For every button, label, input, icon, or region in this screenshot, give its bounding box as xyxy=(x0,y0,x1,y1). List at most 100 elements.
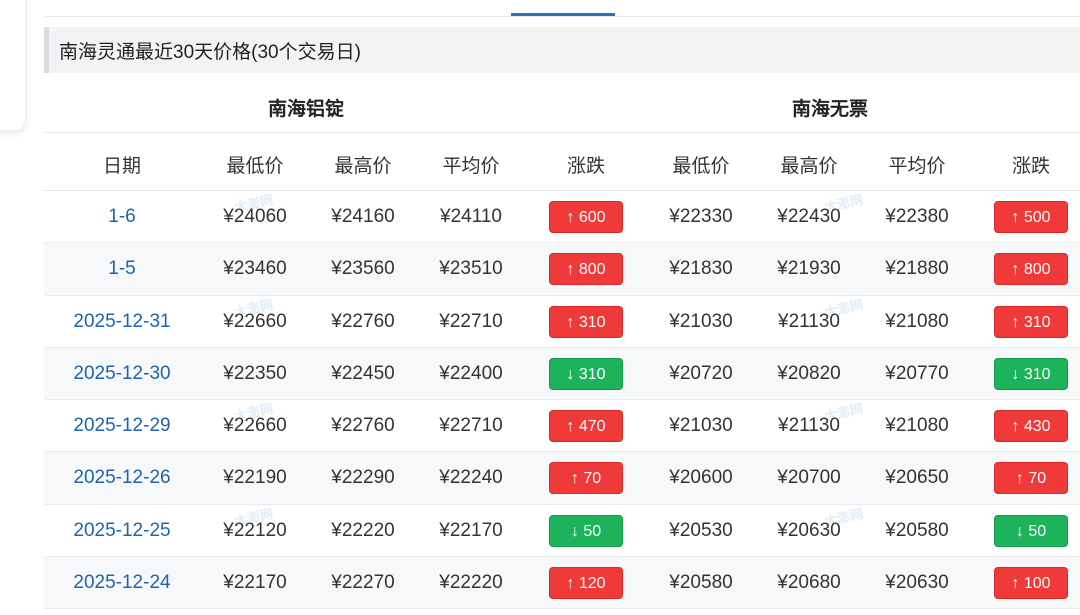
ingot-change-badge: ↑ 70 xyxy=(549,462,623,495)
ingot-low-price: ¥22190 xyxy=(223,467,287,489)
ingot-high-price: ¥22450 xyxy=(331,362,395,384)
ingot-low-price: ¥22120 xyxy=(223,519,287,541)
ingot-avg-price: ¥22220 xyxy=(439,572,503,594)
no-invoice-avg-price: ¥20630 xyxy=(885,572,949,594)
col-header-avg-2: 平均价 xyxy=(888,156,946,177)
col-header-change-2: 涨跌 xyxy=(1011,156,1050,177)
table-row: 2025-12-31 ¥22660 ¥22760 ¥22710 ¥21030 ¥21130… xyxy=(44,296,1080,348)
row-date-link[interactable]: 2025-12-24 xyxy=(44,557,200,609)
ingot-high-price: ¥22290 xyxy=(331,467,395,489)
column-header-row: 日期 最低价 最高价 平均价 涨跌 最低价 最高价 平均价 涨跌 xyxy=(44,133,1080,191)
no-invoice-change-badge: ↓ 50 xyxy=(994,514,1068,547)
no-invoice-low-price: ¥20600 xyxy=(669,467,733,489)
ingot-high-price: ¥23560 xyxy=(331,258,395,280)
ingot-low-price: ¥22660 xyxy=(223,415,287,437)
no-invoice-high-price: ¥20680 xyxy=(777,572,841,594)
ingot-avg-price: ¥22170 xyxy=(439,519,503,541)
no-invoice-avg-price: ¥22380 xyxy=(885,206,949,227)
ingot-avg-price: ¥22240 xyxy=(439,467,503,489)
price-page: 南海灵通最近30天价格(30个交易日) 南海铝锭 南海无票 日期 最低价 最高价… xyxy=(0,0,1080,615)
ingot-change-badge: ↑ 470 xyxy=(549,410,623,443)
ingot-low-price: ¥22660 xyxy=(223,310,287,332)
table-row: 2025-12-29 ¥22660 ¥22760 ¥22710 ¥21030 ¥21130… xyxy=(44,400,1080,453)
group-title-nanhai-ingot: 南海铝锭 xyxy=(267,99,344,120)
no-invoice-low-price: ¥20720 xyxy=(669,362,733,384)
no-invoice-avg-price: ¥20770 xyxy=(885,362,949,384)
ingot-low-price: ¥22350 xyxy=(223,362,287,384)
col-header-date: 日期 xyxy=(102,156,141,177)
table-row: 1-6 ¥24060 ¥24160 ¥24110 ¥22330 ¥22430 ¥22380 ↑… xyxy=(44,191,1080,244)
no-invoice-low-price: ¥21030 xyxy=(669,415,733,437)
ingot-high-price: ¥22270 xyxy=(331,572,395,594)
no-invoice-low-price: ¥20530 xyxy=(669,519,733,541)
row-date-link[interactable]: 1-5 xyxy=(44,243,200,295)
ingot-high-price: ¥22220 xyxy=(331,519,395,541)
side-panel-card xyxy=(0,0,25,130)
no-invoice-avg-price: ¥20650 xyxy=(885,467,949,489)
row-date-link[interactable]: 2025-12-30 xyxy=(44,348,200,400)
ingot-change-badge: ↑ 120 xyxy=(549,567,623,600)
active-tab-indicator xyxy=(511,13,615,16)
no-invoice-avg-price: ¥20580 xyxy=(885,519,949,541)
no-invoice-change-badge: ↑ 800 xyxy=(994,253,1068,286)
ingot-change-badge: ↓ 310 xyxy=(549,357,623,390)
table-row: 2025-12-26 ¥22190 ¥22290 ¥22240 ¥20600 ¥20700… xyxy=(44,452,1080,505)
table-row: 2025-12-24 ¥22170 ¥22270 ¥22220 ¥20580 ¥20680… xyxy=(44,557,1080,610)
ingot-avg-price: ¥24110 xyxy=(440,206,502,227)
no-invoice-change-badge: ↑ 70 xyxy=(994,462,1068,495)
row-date-link[interactable]: 2025-12-31 xyxy=(44,296,200,348)
ingot-high-price: ¥22760 xyxy=(331,310,395,332)
no-invoice-change-badge: ↑ 310 xyxy=(994,305,1068,338)
no-invoice-change-badge: ↑ 430 xyxy=(994,410,1068,443)
row-date-link[interactable]: 2025-12-26 xyxy=(44,452,200,504)
no-invoice-low-price: ¥21830 xyxy=(669,258,733,280)
col-header-low-2: 最低价 xyxy=(672,156,730,177)
no-invoice-change-badge: ↓ 310 xyxy=(994,357,1068,390)
ingot-low-price: ¥24060 xyxy=(223,206,287,227)
col-header-change: 涨跌 xyxy=(566,156,605,177)
ingot-change-badge: ↓ 50 xyxy=(549,514,623,547)
tab-bar-divider xyxy=(44,16,1080,17)
col-header-high: 最高价 xyxy=(334,156,392,177)
no-invoice-avg-price: ¥21080 xyxy=(885,310,949,332)
col-header-avg: 平均价 xyxy=(442,156,500,177)
no-invoice-avg-price: ¥21880 xyxy=(885,258,949,280)
row-date-link[interactable]: 1-6 xyxy=(44,191,200,243)
no-invoice-avg-price: ¥21080 xyxy=(885,415,949,437)
no-invoice-high-price: ¥21130 xyxy=(778,310,840,332)
no-invoice-high-price: ¥20630 xyxy=(777,519,841,541)
no-invoice-low-price: ¥20580 xyxy=(669,572,733,594)
no-invoice-high-price: ¥20700 xyxy=(777,467,841,489)
table-row: 2025-12-30 ¥22350 ¥22450 ¥22400 ¥20720 ¥20820… xyxy=(44,347,1080,401)
no-invoice-low-price: ¥22330 xyxy=(669,206,733,227)
no-invoice-change-badge: ↑ 100 xyxy=(994,567,1068,600)
no-invoice-high-price: ¥21130 xyxy=(778,415,840,437)
ingot-change-badge: ↑ 800 xyxy=(549,253,623,286)
ingot-avg-price: ¥22710 xyxy=(439,310,503,332)
no-invoice-high-price: ¥20820 xyxy=(777,362,841,384)
ingot-low-price: ¥23460 xyxy=(223,258,287,280)
ingot-change-badge: ↑ 310 xyxy=(549,305,623,338)
ingot-avg-price: ¥23510 xyxy=(439,258,503,280)
row-date-link[interactable]: 2025-12-25 xyxy=(44,505,200,557)
ingot-avg-price: ¥22400 xyxy=(439,362,503,384)
col-header-high-2: 最高价 xyxy=(780,156,838,177)
row-date-link[interactable]: 2025-12-29 xyxy=(44,400,200,452)
ingot-low-price: ¥22170 xyxy=(223,572,287,594)
ingot-avg-price: ¥22710 xyxy=(439,415,503,437)
no-invoice-low-price: ¥21030 xyxy=(669,310,733,332)
col-header-low: 最低价 xyxy=(226,156,284,177)
table-row: 1-5 ¥23460 ¥23560 ¥23510 ¥21830 ¥21930 ¥21880 ↑… xyxy=(44,243,1080,296)
no-invoice-high-price: ¥22430 xyxy=(777,206,841,227)
section-title: 南海灵通最近30天价格(30个交易日) xyxy=(59,41,361,63)
ingot-change-badge: ↑ 600 xyxy=(549,201,623,233)
ingot-high-price: ¥24160 xyxy=(331,206,395,227)
ingot-high-price: ¥22760 xyxy=(331,415,395,437)
no-invoice-high-price: ¥21930 xyxy=(777,258,841,280)
group-title-nanhai-no-invoice: 南海无票 xyxy=(791,99,868,120)
group-header-row: 南海铝锭 南海无票 xyxy=(44,80,1080,133)
section-header: 南海灵通最近30天价格(30个交易日) xyxy=(44,27,1080,73)
no-invoice-change-badge: ↑ 500 xyxy=(994,201,1068,233)
table-row: 2025-12-25 ¥22120 ¥22220 ¥22170 ¥20530 ¥20630… xyxy=(44,505,1080,558)
price-table-body: 1-6 ¥24060 ¥24160 ¥24110 ¥22330 ¥22430 ¥22380 ↑… xyxy=(44,191,1080,610)
